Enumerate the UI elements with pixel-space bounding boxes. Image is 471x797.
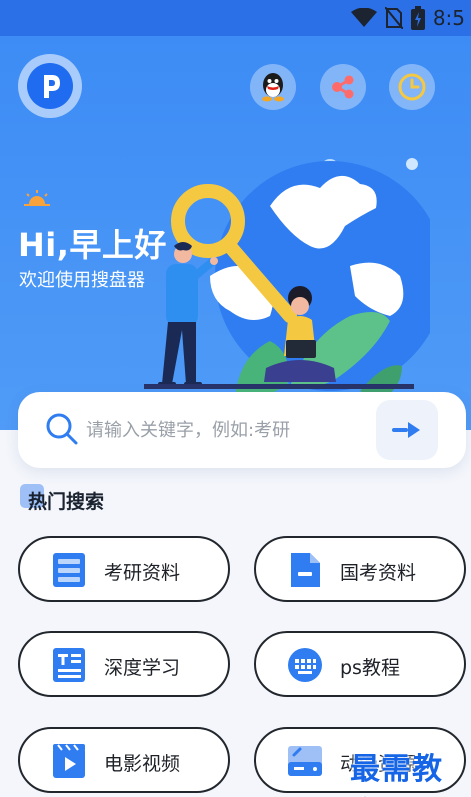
search-icon — [46, 413, 78, 445]
hero-banner: Hi,早上好 欢迎使用搜盘器 — [0, 36, 471, 430]
status-time: 8:5 — [432, 6, 465, 30]
keyboard-icon — [288, 648, 322, 682]
search-input[interactable] — [86, 410, 376, 450]
video-icon — [53, 744, 85, 778]
battery-charging-icon — [410, 6, 425, 30]
sun-icon — [24, 190, 50, 206]
share-button[interactable] — [320, 64, 366, 110]
section-title-hot-search: 热门搜索 — [18, 484, 104, 516]
category-label: 国考资料 — [340, 562, 417, 584]
category-button-kaoyan[interactable]: 考研资料 — [18, 536, 230, 602]
clock-icon — [398, 73, 426, 101]
category-label: ps教程 — [340, 657, 400, 679]
category-button-movies[interactable]: 电影视频 — [18, 727, 230, 793]
search-card — [18, 392, 466, 468]
logo-p-icon — [44, 75, 60, 98]
status-bar: 8:5 — [0, 0, 471, 36]
document-icon — [291, 553, 320, 587]
drive-icon — [288, 746, 322, 776]
text-doc-icon — [53, 648, 85, 682]
category-button-deep-learning[interactable]: 深度学习 — [18, 631, 230, 697]
category-label: 深度学习 — [104, 657, 181, 679]
category-label: 电影视频 — [104, 753, 181, 775]
category-button-guokao[interactable]: 国考资料 — [254, 536, 466, 602]
app-logo[interactable] — [18, 54, 82, 118]
history-button[interactable] — [389, 64, 435, 110]
share-icon — [332, 75, 354, 99]
wifi-icon — [350, 8, 377, 27]
qq-penguin-icon — [262, 73, 284, 102]
greeting-subtitle: 欢迎使用搜盘器 — [19, 270, 145, 291]
arrow-right-icon — [392, 422, 420, 438]
list-doc-icon — [53, 553, 85, 587]
search-submit-button[interactable] — [376, 400, 438, 460]
qq-button[interactable] — [250, 64, 296, 110]
no-sim-icon — [384, 7, 403, 29]
watermark: 最需教育 — [350, 752, 443, 797]
section-title-text: 热门搜索 — [28, 490, 105, 513]
hero-illustration — [144, 158, 430, 401]
category-button-ps-tutorial[interactable]: ps教程 — [254, 631, 466, 697]
category-label: 考研资料 — [104, 562, 181, 584]
